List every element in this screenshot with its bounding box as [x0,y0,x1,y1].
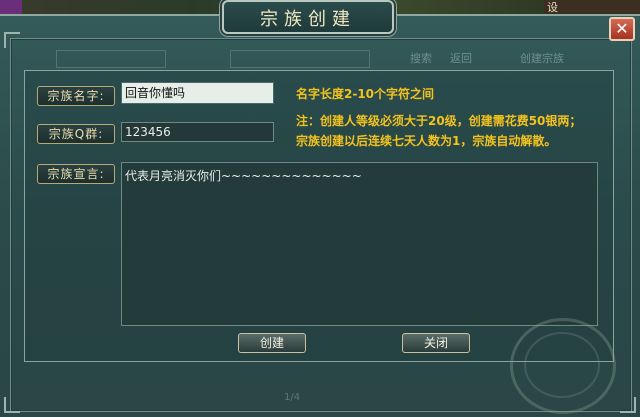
clan-declaration-textarea[interactable]: 代表月亮消灭你们~~~~~~~~~~~~~~ [121,162,598,326]
frame-corner-ornament [4,397,20,413]
create-rule-note-line2: 宗族创建以后连续七天人数为1，宗族自动解散。 [296,134,557,148]
clan-seal-inner-ring [524,332,600,398]
ghost-tab: 创建宗族 [520,52,564,65]
close-button[interactable]: 关闭 [402,333,470,353]
clan-declaration-label: 宗族宣言: [37,164,115,184]
ghost-search-box [230,50,370,68]
dialog-title-plate: 宗族创建 [222,0,394,34]
frame-corner-ornament [4,32,20,48]
scene-top-right-button[interactable] [544,0,640,14]
create-rule-note-line1: 注：创建人等级必须大于20级，创建需花费50银两； [296,114,582,128]
ghost-tab: 返回 [450,52,472,65]
create-button[interactable]: 创建 [238,333,306,353]
ghost-page-indicator: 1/4 [284,392,301,403]
clan-qq-label: 宗族Q群: [37,124,115,144]
clan-qq-input[interactable]: 123456 [121,122,274,142]
frame-corner-ornament [620,397,636,413]
scene-corner-decoration [0,0,22,14]
ghost-tab: 搜索 [410,52,432,65]
scene-top-right-text: 设 [547,1,558,14]
clan-name-input[interactable]: 回音你懂吗 [121,82,274,104]
dialog-title: 宗族创建 [260,9,356,30]
clan-name-label: 宗族名字: [37,86,115,106]
ghost-search-box [56,50,166,68]
close-icon[interactable]: ✕ [609,17,635,41]
name-length-hint: 名字长度2-10个字符之间 [296,87,435,101]
